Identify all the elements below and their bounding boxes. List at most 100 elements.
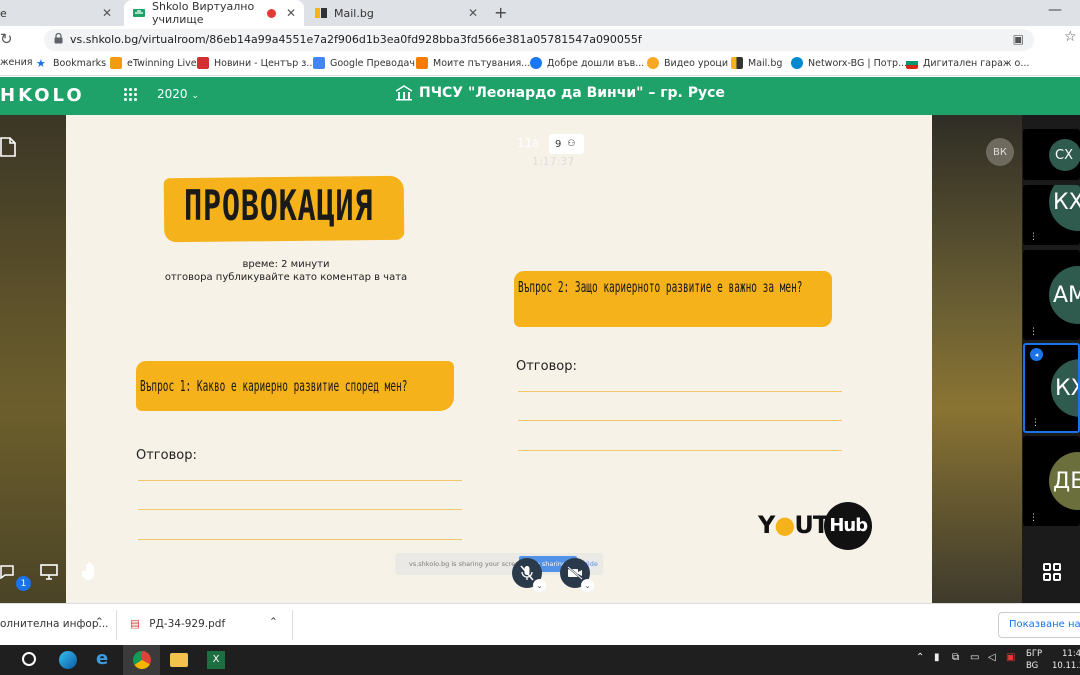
language-indicator[interactable]: БГР BG <box>1026 649 1042 671</box>
chevron-up-icon[interactable]: ⌃ <box>269 616 278 628</box>
room-name: 11а <box>517 136 540 150</box>
networx-icon <box>791 57 803 69</box>
mailbg-favicon-icon <box>314 6 328 20</box>
battery-icon[interactable]: ▭ <box>970 653 979 663</box>
chat-icon <box>0 565 14 580</box>
bookmark-item[interactable]: eTwinning Live <box>110 57 197 69</box>
participant-tile[interactable]: ДЕ ⋮ <box>1023 436 1080 526</box>
download-item[interactable]: олнителна инфор... <box>0 618 109 630</box>
chrome-icon[interactable] <box>133 651 151 669</box>
bookmark-item[interactable]: Моите пътувания... <box>416 57 530 69</box>
tab-label: e <box>0 6 7 20</box>
participant-avatar: КХ <box>1049 185 1080 231</box>
answer-label-2: Отговор: <box>516 359 577 374</box>
bookmark-item[interactable]: Новини - Център з... <box>197 57 315 69</box>
downloads-bar: олнителна инфор... ⌃ ▤ РД-34-929.pdf ⌃ П… <box>0 603 1080 645</box>
address-bar[interactable]: vs.shkolo.bg/virtualroom/86eb14a99a4551e… <box>44 29 1034 51</box>
bookmark-item[interactable]: ★ Bookmarks <box>36 57 106 70</box>
raise-hand-button[interactable] <box>80 561 100 585</box>
bookmark-star-icon[interactable]: ☆ <box>1064 29 1077 45</box>
excel-icon[interactable]: X <box>207 651 225 669</box>
camera-toggle-button[interactable]: ⌄ <box>560 558 594 592</box>
microphone-icon[interactable]: ▮ <box>934 653 940 663</box>
instruction-text: отговора публикувайте като коментар в ча… <box>164 272 408 283</box>
monitor-icon <box>40 564 58 580</box>
close-tab-icon[interactable]: ✕ <box>102 6 112 20</box>
bookmark-item[interactable]: Видео уроци <box>647 57 728 69</box>
mailbg-icon <box>731 57 743 69</box>
stage-background-left <box>0 115 66 603</box>
participant-tile[interactable]: СХ <box>1023 129 1080 180</box>
school-building-icon <box>395 85 413 101</box>
microphone-mute-button[interactable]: ⌄ <box>512 558 546 592</box>
bookmark-item[interactable]: Дигитален гараж о... <box>906 57 1029 69</box>
bookmark-item[interactable]: Добре дошли във... <box>530 57 644 69</box>
stage-background-right <box>932 115 1022 603</box>
participant-avatar: ДЕ <box>1049 452 1080 510</box>
virtual-room-stage: ПРОВОКАЦИЯ време: 2 минути отговора публ… <box>0 115 1080 603</box>
participants-count-button[interactable]: 9 ⚇ <box>549 134 584 154</box>
cortana-icon[interactable] <box>22 652 36 666</box>
video-lessons-icon <box>647 57 659 69</box>
bookmark-item[interactable]: жения <box>0 57 33 68</box>
tab-shkolo[interactable]: Shkolo Виртуално училище ✕ <box>124 0 304 26</box>
camera-off-icon <box>567 566 583 580</box>
minimize-icon[interactable]: — <box>1048 2 1062 18</box>
show-all-downloads-button[interactable]: Показване на вс <box>998 612 1080 638</box>
chevron-down-icon[interactable]: ⌄ <box>581 579 594 592</box>
close-tab-icon[interactable]: ✕ <box>468 6 478 20</box>
chevron-down-icon[interactable]: ⌄ <box>533 579 546 592</box>
blogger-icon <box>416 57 428 69</box>
security-icon[interactable]: ▣ <box>1006 653 1015 663</box>
participant-tile[interactable]: АМ ⋮ <box>1023 250 1080 340</box>
chevron-down-icon: ⌄ <box>191 91 199 101</box>
download-item[interactable]: ▤ РД-34-929.pdf <box>130 618 225 630</box>
app-header: HKOLO 2020 ⌄ ПЧСУ "Леонардо да Винчи" – … <box>0 77 1080 115</box>
more-options-icon[interactable]: ⋮ <box>1029 513 1038 523</box>
chat-button[interactable] <box>0 564 14 583</box>
tab-previous[interactable]: e ✕ <box>0 0 120 26</box>
volume-icon[interactable]: ◁ <box>988 653 996 663</box>
file-explorer-icon[interactable] <box>170 653 188 667</box>
new-tab-button[interactable]: + <box>494 3 507 22</box>
answer-line <box>138 480 462 481</box>
more-options-icon[interactable]: ⋮ <box>1029 232 1038 242</box>
answer-line <box>518 420 842 421</box>
bookmark-item[interactable]: Mail.bg <box>731 57 782 69</box>
answer-line <box>138 539 462 540</box>
participant-tile-speaking[interactable]: ◂ КХ ⋮ <box>1023 343 1080 433</box>
chevron-up-icon[interactable]: ⌃ <box>95 616 104 628</box>
tab-label: Shkolo Виртуално училище <box>152 0 255 26</box>
chevron-up-icon[interactable]: ⌃ <box>916 653 924 663</box>
more-options-icon[interactable]: ⋮ <box>1031 418 1040 428</box>
school-name: ПЧСУ "Леонардо да Винчи" – гр. Русе <box>395 85 725 101</box>
network-icon[interactable]: ⧉ <box>952 653 959 663</box>
screen-share-button[interactable] <box>40 564 58 584</box>
edge-icon[interactable] <box>59 651 77 669</box>
browser-toolbar: ↻ vs.shkolo.bg/virtualroom/86eb14a99a455… <box>0 26 1080 54</box>
tab-mailbg[interactable]: Mail.bg ✕ <box>306 0 486 26</box>
reload-icon[interactable]: ↻ <box>0 30 13 48</box>
answer-line <box>518 391 842 392</box>
bookmark-item[interactable]: Google Преводач <box>313 57 415 69</box>
presenter-avatar[interactable]: ВК <box>986 138 1014 166</box>
bookmark-item[interactable]: Networx-BG | Потр... <box>791 57 907 69</box>
answer-label-1: Отговор: <box>136 448 197 463</box>
time-note: време: 2 минути <box>242 259 330 270</box>
close-tab-icon[interactable]: ✕ <box>286 6 296 20</box>
clock[interactable]: 11:4 10.11.20 <box>1052 649 1080 671</box>
shkolo-logo[interactable]: HKOLO <box>0 85 85 106</box>
document-icon[interactable] <box>0 137 16 161</box>
shkolo-favicon-icon <box>132 6 146 20</box>
year-selector[interactable]: 2020 ⌄ <box>157 87 199 101</box>
internet-explorer-icon[interactable]: e <box>96 648 114 669</box>
speaking-indicator-icon: ◂ <box>1030 348 1043 361</box>
etwinning-icon <box>110 57 122 69</box>
cast-icon[interactable]: ▣ <box>1013 32 1024 46</box>
layout-grid-icon[interactable] <box>1043 563 1061 581</box>
lock-icon <box>54 33 63 44</box>
apps-grid-icon[interactable] <box>124 88 138 102</box>
youthub-logo: Y●UTHub <box>758 502 873 550</box>
more-options-icon[interactable]: ⋮ <box>1029 327 1038 337</box>
participant-tile[interactable]: КХ ⋮ <box>1023 185 1080 245</box>
